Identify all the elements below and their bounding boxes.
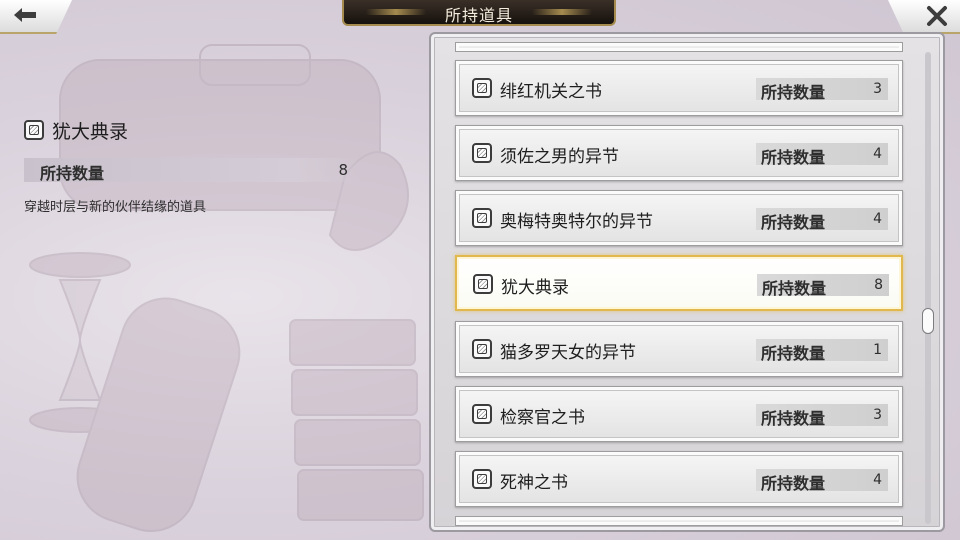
book-icon xyxy=(472,143,492,163)
detail-quantity-bar: 所持数量 8 xyxy=(24,158,360,183)
list-item-partial-top xyxy=(455,42,903,52)
quantity-label: 所持数量 xyxy=(761,148,826,167)
quantity-value: 4 xyxy=(873,146,882,162)
item-name: 须佐之男的异节 xyxy=(500,147,619,167)
quantity-value: 3 xyxy=(873,407,882,423)
quantity-box: 所持数量 3 xyxy=(756,404,888,428)
detail-quantity-label: 所持数量 xyxy=(40,164,105,183)
quantity-value: 4 xyxy=(873,211,882,227)
page-title: 所持道具 xyxy=(444,6,513,25)
detail-description: 穿越时层与新的伙伴结缘的道具 xyxy=(24,200,207,215)
book-icon xyxy=(472,339,492,359)
quantity-label: 所持数量 xyxy=(761,213,826,232)
book-icon xyxy=(472,208,492,228)
item-list-panel[interactable]: 绯红机关之书 所持数量 3 须佐之男的异节 所持数量 4 奥梅特奥特尔的异节 所… xyxy=(429,32,945,532)
quantity-box: 所持数量 8 xyxy=(757,274,889,298)
detail-item-name: 犹大典录 xyxy=(52,120,129,143)
book-icon xyxy=(472,404,492,424)
quantity-value: 3 xyxy=(873,81,882,97)
item-name: 死神之书 xyxy=(500,473,568,493)
item-name: 绯红机关之书 xyxy=(500,82,602,102)
quantity-box: 所持数量 1 xyxy=(756,339,888,363)
quantity-label: 所持数量 xyxy=(762,279,827,298)
top-bar: 所持道具 xyxy=(0,0,960,34)
list-item[interactable]: 检察官之书 所持数量 3 xyxy=(455,386,903,442)
item-name: 奥梅特奥特尔的异节 xyxy=(500,212,653,232)
list-item[interactable]: 死神之书 所持数量 4 xyxy=(455,451,903,507)
close-x-icon xyxy=(927,6,947,26)
quantity-label: 所持数量 xyxy=(761,83,826,102)
quantity-label: 所持数量 xyxy=(761,409,826,428)
title-plate: 所持道具 xyxy=(342,0,616,26)
list-item[interactable]: 猫多罗天女的异节 所持数量 1 xyxy=(455,321,903,377)
quantity-box: 所持数量 4 xyxy=(756,208,888,232)
quantity-box: 所持数量 4 xyxy=(756,143,888,167)
list-item-partial-bottom xyxy=(455,516,903,526)
book-icon xyxy=(473,274,493,294)
item-name: 猫多罗天女的异节 xyxy=(500,343,636,363)
list-item[interactable]: 奥梅特奥特尔的异节 所持数量 4 xyxy=(455,190,903,246)
book-icon xyxy=(472,469,492,489)
list-item[interactable]: 绯红机关之书 所持数量 3 xyxy=(455,60,903,116)
detail-quantity-value: 8 xyxy=(338,161,348,179)
quantity-value: 4 xyxy=(873,472,882,488)
item-name: 检察官之书 xyxy=(500,408,585,428)
close-button[interactable] xyxy=(888,0,960,34)
book-icon xyxy=(472,78,492,98)
quantity-value: 1 xyxy=(873,342,882,358)
quantity-label: 所持数量 xyxy=(761,344,826,363)
scrollbar-thumb[interactable] xyxy=(922,308,934,334)
back-button[interactable] xyxy=(0,0,72,34)
list-item[interactable]: 须佐之男的异节 所持数量 4 xyxy=(455,125,903,181)
book-icon xyxy=(24,120,44,140)
item-name: 犹大典录 xyxy=(501,278,569,298)
arrow-left-icon xyxy=(14,8,36,22)
quantity-box: 所持数量 3 xyxy=(756,78,888,102)
scrollbar-track[interactable] xyxy=(922,52,934,524)
quantity-value: 8 xyxy=(874,277,883,293)
item-detail-panel: 犹大典录 所持数量 8 穿越时层与新的伙伴结缘的道具 xyxy=(24,116,364,215)
detail-name-row: 犹大典录 xyxy=(24,116,364,144)
quantity-label: 所持数量 xyxy=(761,474,826,493)
list-item-selected[interactable]: 犹大典录 所持数量 8 xyxy=(455,255,903,311)
quantity-box: 所持数量 4 xyxy=(756,469,888,493)
